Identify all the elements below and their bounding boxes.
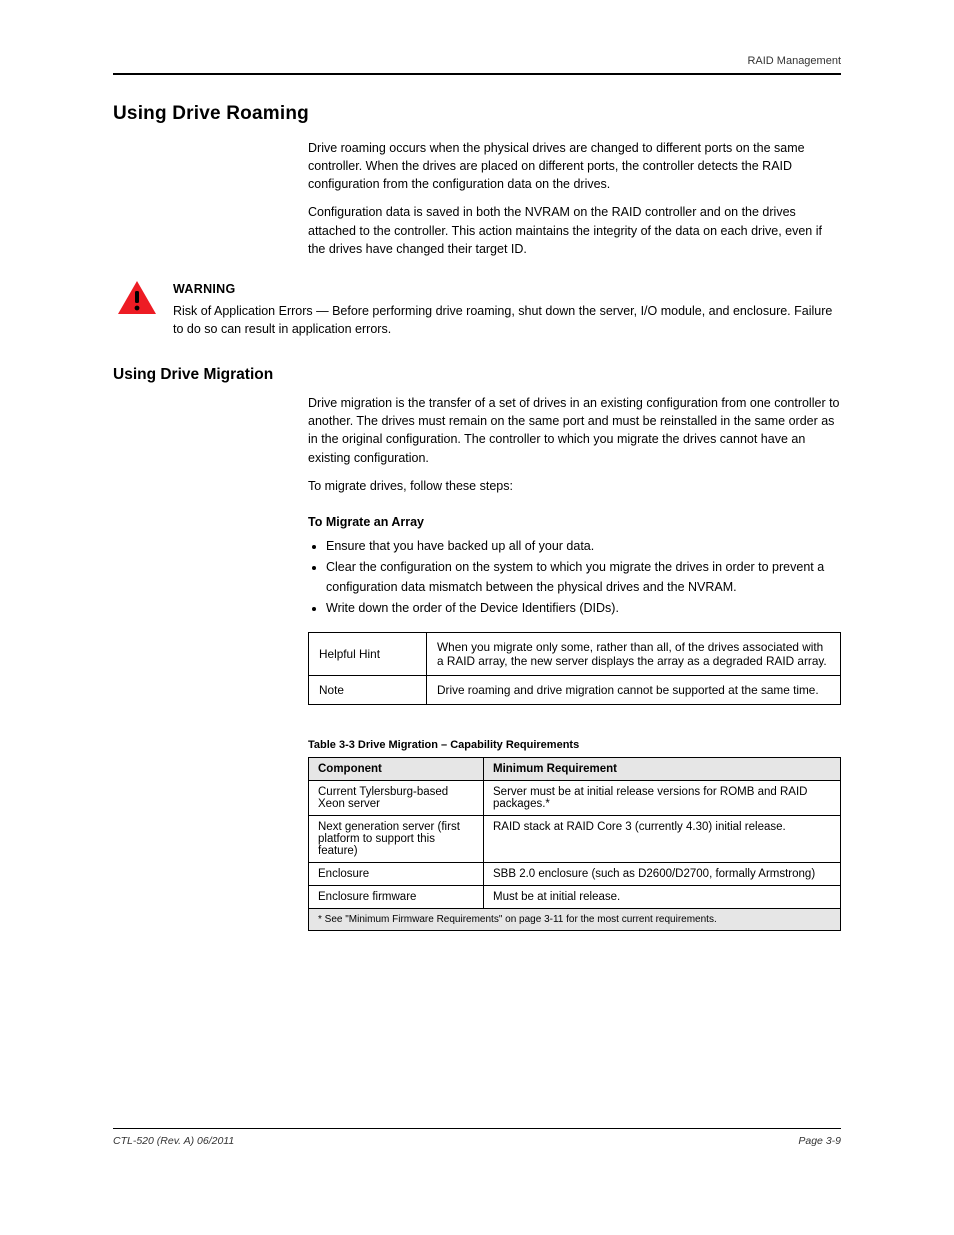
table-footnote-row: * See "Minimum Firmware Requirements" on… <box>309 909 841 931</box>
footer-rule <box>113 1128 841 1129</box>
subsection-title: Using Drive Migration <box>113 366 841 384</box>
sub-block: Drive migration is the transfer of a set… <box>113 394 841 620</box>
warning-body: WARNING Risk of Application Errors — Bef… <box>173 280 841 338</box>
cell-text: Drive roaming and drive migration cannot… <box>427 676 841 705</box>
table-row: Enclosure SBB 2.0 enclosure (such as D26… <box>309 863 841 886</box>
procedure-steps: Ensure that you have backed up all of yo… <box>326 537 841 619</box>
table-row: Next generation server (first platform t… <box>309 816 841 863</box>
footer-row: CTL-520 (Rev. A) 06/2011 Page 3-9 <box>113 1135 841 1147</box>
warning-label: WARNING <box>173 280 841 298</box>
section-title: Using Drive Roaming <box>113 103 841 125</box>
warning-icon-cell <box>113 280 173 321</box>
cell: Must be at initial release. <box>484 886 841 909</box>
sub-body: Drive migration is the transfer of a set… <box>308 394 841 620</box>
warning-text: Risk of Application Errors — Before perf… <box>173 302 841 338</box>
footer-right: Page 3-9 <box>798 1135 841 1147</box>
table-header-row: Component Minimum Requirement <box>309 758 841 781</box>
sub-para-2: To migrate drives, follow these steps: <box>308 477 841 495</box>
table-row: Current Tylersburg-based Xeon server Ser… <box>309 781 841 816</box>
cell-label: Helpful Hint <box>309 633 427 676</box>
running-header: RAID Management <box>113 55 841 67</box>
cell: RAID stack at RAID Core 3 (currently 4.3… <box>484 816 841 863</box>
table-row: Note Drive roaming and drive migration c… <box>309 676 841 705</box>
requirements-table: Component Minimum Requirement Current Ty… <box>308 757 841 931</box>
list-item: Write down the order of the Device Ident… <box>326 599 841 618</box>
intro-para-1: Drive roaming occurs when the physical d… <box>308 139 841 193</box>
page-body: RAID Management Using Drive Roaming Driv… <box>113 55 841 931</box>
page-footer: CTL-520 (Rev. A) 06/2011 Page 3-9 <box>113 1128 841 1147</box>
table-caption: Table 3-3 Drive Migration – Capability R… <box>308 739 841 751</box>
hint-note-table: Helpful Hint When you migrate only some,… <box>308 632 841 705</box>
warning-row: WARNING Risk of Application Errors — Bef… <box>113 280 841 338</box>
table-row: Enclosure firmware Must be at initial re… <box>309 886 841 909</box>
intro-body: Drive roaming occurs when the physical d… <box>308 139 841 268</box>
section: Using Drive Roaming Drive roaming occurs… <box>113 103 841 931</box>
intro-block: Drive roaming occurs when the physical d… <box>113 139 841 268</box>
cell-label: Note <box>309 676 427 705</box>
header-rule <box>113 73 841 75</box>
cell: SBB 2.0 enclosure (such as D2600/D2700, … <box>484 863 841 886</box>
col-header: Component <box>309 758 484 781</box>
table-footnote: * See "Minimum Firmware Requirements" on… <box>309 909 841 931</box>
cell: Next generation server (first platform t… <box>309 816 484 863</box>
sub-para-1: Drive migration is the transfer of a set… <box>308 394 841 467</box>
intro-para-2: Configuration data is saved in both the … <box>308 203 841 257</box>
list-item: Clear the configuration on the system to… <box>326 558 841 597</box>
cell: Server must be at initial release versio… <box>484 781 841 816</box>
cell: Enclosure firmware <box>309 886 484 909</box>
table-row: Helpful Hint When you migrate only some,… <box>309 633 841 676</box>
footer-left: CTL-520 (Rev. A) 06/2011 <box>113 1135 234 1147</box>
warning-triangle-icon <box>117 280 157 316</box>
col-header: Minimum Requirement <box>484 758 841 781</box>
list-item: Ensure that you have backed up all of yo… <box>326 537 841 556</box>
cell-text: When you migrate only some, rather than … <box>427 633 841 676</box>
cell: Current Tylersburg-based Xeon server <box>309 781 484 816</box>
cell: Enclosure <box>309 863 484 886</box>
procedure-heading: To Migrate an Array <box>308 513 841 531</box>
